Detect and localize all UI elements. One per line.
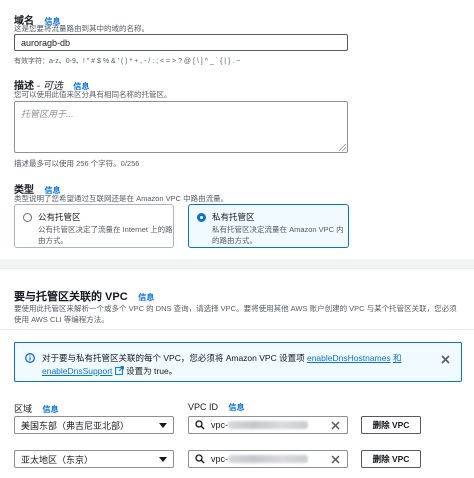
enable-dns-support-link[interactable]: enableDnsSupport xyxy=(42,366,112,376)
region-select-value-2: 亚太地区（东京） xyxy=(21,454,94,465)
domain-name-description: 这是您要将流量路由到其中的域的名称。 xyxy=(14,24,149,33)
public-desc: 公有托管区决定了流量在 Internet 上的路由方式。 xyxy=(38,225,173,245)
remove-vpc-button-1[interactable]: 删除 VPC xyxy=(361,416,421,434)
region-select-1[interactable]: 美国东部（弗吉尼亚北部） xyxy=(14,416,174,434)
vpc-section-title: 要与托管区关联的 VPC xyxy=(14,291,128,303)
caret-down-icon xyxy=(159,457,167,462)
enable-dns-hostnames-link[interactable]: enableDnsHostnames xyxy=(307,353,391,363)
domain-valid-chars: 有效字符：a-z、0-9、! " # $ % & ' ( ) * + , - /… xyxy=(14,58,241,65)
vpcid-heading: VPC ID 信息 xyxy=(188,402,245,413)
domain-name-input[interactable] xyxy=(14,34,348,51)
description-textarea[interactable] xyxy=(14,101,348,153)
vpc-id-prefix-1: vpc- xyxy=(211,420,229,430)
private-hosted-zone-option[interactable]: 私有托管区 私有托管区决定流量在 Amazon VPC 内的路由方式。 xyxy=(188,204,349,248)
search-icon xyxy=(195,454,205,464)
vpcid-info-link[interactable]: 信息 xyxy=(229,403,245,412)
description-textarea-wrap xyxy=(14,101,348,153)
region-heading: 区域 信息 xyxy=(14,402,59,415)
close-icon[interactable] xyxy=(441,355,450,364)
separator-line xyxy=(0,268,474,269)
vpcid-label: VPC ID xyxy=(188,402,219,412)
private-title: 私有托管区 xyxy=(212,212,255,222)
search-icon xyxy=(195,420,205,430)
region-info-link[interactable]: 信息 xyxy=(43,405,59,414)
and-link-text[interactable]: 和 xyxy=(393,353,402,363)
description-limit: 描述最多可以使用 256 个字符。0/256 xyxy=(14,159,140,168)
type-description: 类型说明了您希望通过互联网还是在 Amazon VPC 中路由流量。 xyxy=(14,194,229,203)
remove-vpc-button-2[interactable]: 删除 VPC xyxy=(361,450,421,468)
info-circle-icon xyxy=(25,353,35,363)
vpc-section-heading: 要与托管区关联的 VPC 信息 xyxy=(14,288,154,304)
alert-text: 对于要与私有托管区关联的每个 VPC，您必须将 Amazon VPC 设置项 e… xyxy=(42,353,402,376)
vpc-id-input-2[interactable]: vpc- xyxy=(188,450,348,468)
description-help: 您可以使用此值来区分具有相同名称的托管区。 xyxy=(14,90,172,99)
private-desc: 私有托管区决定流量在 Amazon VPC 内的路由方式。 xyxy=(212,225,344,245)
region-select-2[interactable]: 亚太地区（东京） xyxy=(14,450,174,468)
public-hosted-zone-option[interactable]: 公有托管区 公有托管区决定了流量在 Internet 上的路由方式。 xyxy=(14,204,174,248)
region-select-value-1: 美国东部（弗吉尼亚北部） xyxy=(21,420,130,431)
vpc-info-link[interactable]: 信息 xyxy=(138,293,154,302)
clear-icon[interactable] xyxy=(331,421,340,430)
redacted-vpc-id xyxy=(228,421,309,429)
vpc-section-description: 要使用此托管区来解析一个或多个 VPC 的 DNS 查询，请选择 VPC。要将使… xyxy=(14,304,457,324)
private-radio[interactable] xyxy=(197,213,206,222)
public-radio[interactable] xyxy=(23,213,32,222)
redacted-vpc-id xyxy=(228,455,309,463)
info-alert: 对于要与私有托管区关联的每个 VPC，您必须将 Amazon VPC 设置项 e… xyxy=(14,342,462,382)
caret-down-icon xyxy=(159,423,167,428)
region-label: 区域 xyxy=(14,404,33,414)
section-separator xyxy=(0,259,474,268)
vpc-id-input-1[interactable]: vpc- xyxy=(188,416,348,434)
vpc-header-divider xyxy=(0,329,474,330)
vpc-id-prefix-2: vpc- xyxy=(211,454,229,464)
public-title: 公有托管区 xyxy=(38,212,81,222)
resize-grip-icon[interactable] xyxy=(339,144,346,151)
external-link-icon[interactable] xyxy=(114,366,124,375)
clear-icon[interactable] xyxy=(331,455,340,464)
